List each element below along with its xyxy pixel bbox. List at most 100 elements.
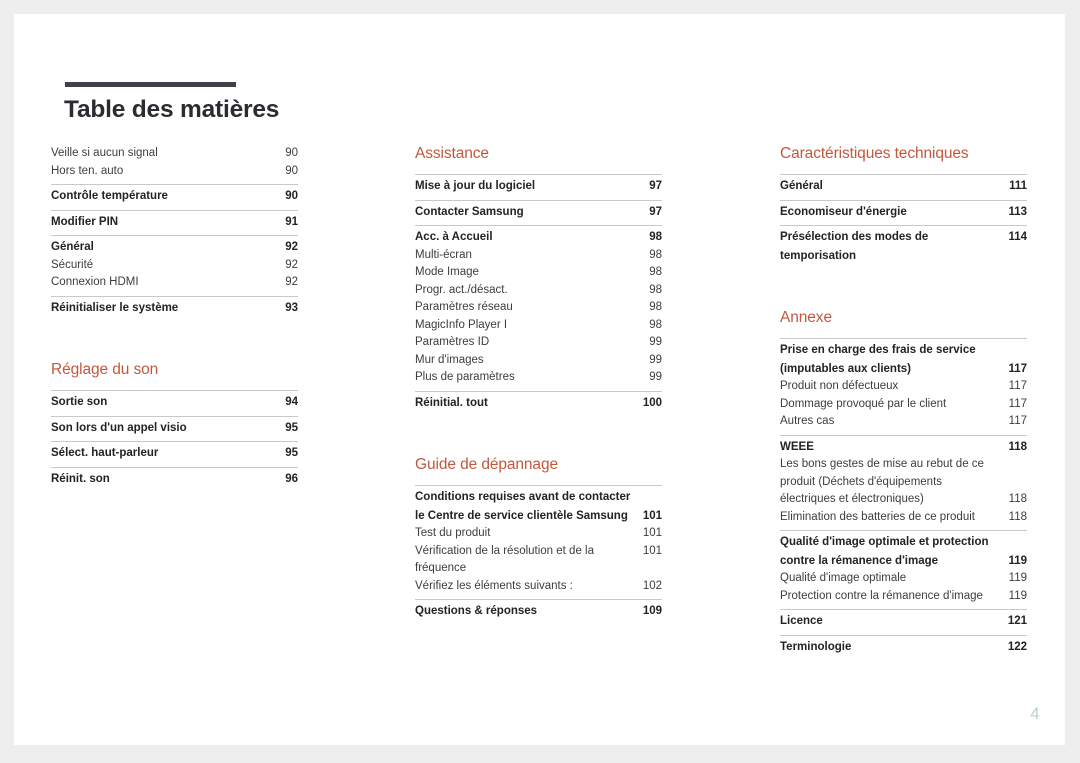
toc-entry-page: 92 xyxy=(285,241,298,253)
toc-group: Contacter Samsung 97 xyxy=(415,199,662,226)
toc-entry-label: Général xyxy=(51,241,94,253)
toc-group: Prise en charge des frais de service (im… xyxy=(780,338,1027,435)
column-left: Veille si aucun signal 90 Hors ten. auto 90… xyxy=(51,145,298,492)
toc-entry-page: 101 xyxy=(642,509,662,522)
column-right: Caractéristiques techniques Général 111 Eco… xyxy=(780,145,1027,660)
toc-entry-page: 94 xyxy=(285,396,298,408)
toc-entry[interactable]: Plus de paramètres 99 xyxy=(415,369,662,387)
toc-entry-page: 99 xyxy=(649,353,662,366)
toc-entry-page: 118 xyxy=(1008,493,1027,505)
toc-entry-label: Les bons gestes de mise au rebut de ce p… xyxy=(780,458,984,505)
toc-entry[interactable]: Mode Image 98 xyxy=(415,264,662,282)
toc-entry-page: 90 xyxy=(285,147,298,159)
toc-entry[interactable]: Licence 121 xyxy=(780,612,1027,631)
toc-entry-label: Son lors d'un appel visio xyxy=(51,421,187,434)
toc-entry[interactable]: Prise en charge des frais de service (im… xyxy=(780,341,1027,378)
toc-entry[interactable]: Contrôle température 90 xyxy=(51,187,298,206)
toc-entry-page: 90 xyxy=(285,190,298,202)
toc-entry[interactable]: Présélection des modes de temporisation 1… xyxy=(780,228,1027,265)
toc-entry-page: 98 xyxy=(649,318,662,331)
toc-entry-label: Veille si aucun signal xyxy=(51,147,158,159)
toc-entry-page: 99 xyxy=(649,371,662,383)
toc-entry[interactable]: Sécurité 92 xyxy=(51,257,298,275)
toc-entry[interactable]: Les bons gestes de mise au rebut de ce p… xyxy=(780,456,1027,509)
toc-entry[interactable]: Multi-écran 98 xyxy=(415,247,662,265)
toc-entry[interactable]: MagicInfo Player I 98 xyxy=(415,317,662,335)
toc-entry[interactable]: Elimination des batteries de ce produit 1… xyxy=(780,509,1027,527)
toc-entry-page: 101 xyxy=(642,544,662,557)
toc-entry-page: 96 xyxy=(285,472,298,485)
toc-entry-page: 91 xyxy=(285,215,298,228)
toc-entry[interactable]: Vérification de la résolution et de la f… xyxy=(415,543,662,578)
toc-entry[interactable]: Dommage provoqué par le client 117 xyxy=(780,396,1027,414)
toc-entry[interactable]: Général 92 xyxy=(51,238,298,257)
section-heading: Réglage du son xyxy=(51,361,159,378)
toc-entry[interactable]: Général 111 xyxy=(780,177,1027,196)
toc-group: Présélection des modes de temporisation 1… xyxy=(780,225,1027,269)
toc-entry[interactable]: Mur d'images 99 xyxy=(415,352,662,370)
toc-entry[interactable]: Réinitialiser le système 93 xyxy=(51,299,298,318)
toc-entry-label: Prise en charge des frais de service (im… xyxy=(780,344,976,375)
toc-entry[interactable]: Questions & réponses 109 xyxy=(415,602,662,621)
toc-group: Contrôle température 90 xyxy=(51,184,298,210)
toc-entry[interactable]: Connexion HDMI 92 xyxy=(51,274,298,292)
toc-entry[interactable]: Vérifiez les éléments suivants : 102 xyxy=(415,578,662,596)
toc-entry-page: 93 xyxy=(285,301,298,314)
toc-entry-label: Questions & réponses xyxy=(415,605,538,617)
toc-entry[interactable]: Réinitial. tout 100 xyxy=(415,394,662,413)
toc-entry-label: Présélection des modes de temporisation xyxy=(780,231,929,262)
toc-entry-page: 117 xyxy=(1008,362,1027,375)
toc-entry[interactable]: Sortie son 94 xyxy=(51,393,298,412)
toc-group: Général 92 Sécurité 92 Connexion HDMI 92 xyxy=(51,235,298,296)
toc-entry-page: 99 xyxy=(649,336,662,348)
toc-group: Terminologie 122 xyxy=(780,634,1027,661)
toc-entry-page: 98 xyxy=(649,283,662,296)
toc-group: Réinitialiser le système 93 xyxy=(51,295,298,322)
toc-entry-label: Conditions requises avant de contacter l… xyxy=(415,491,631,522)
toc-entry[interactable]: Protection contre la rémanence d'image 11… xyxy=(780,588,1027,606)
toc-entry[interactable]: Sélect. haut-parleur 95 xyxy=(51,444,298,463)
toc-entry-label: Réinitial. tout xyxy=(415,396,488,409)
toc-entry[interactable]: Hors ten. auto 90 xyxy=(51,163,298,181)
toc-entry-label: Hors ten. auto xyxy=(51,164,124,177)
toc-entry-label: Protection contre la rémanence d'image xyxy=(780,589,983,602)
toc-entry-label: Test du produit xyxy=(415,527,491,539)
toc-entry[interactable]: Test du produit 101 xyxy=(415,525,662,543)
toc-entry[interactable]: Paramètres ID 99 xyxy=(415,334,662,352)
toc-entry-page: 118 xyxy=(1008,440,1027,453)
toc-entry-page: 98 xyxy=(649,301,662,313)
toc-entry-page: 119 xyxy=(1008,572,1027,584)
toc-entry-label: Paramètres ID xyxy=(415,336,490,348)
toc-group: Mise à jour du logiciel 97 xyxy=(415,174,662,200)
toc-entry[interactable]: Qualité d'image optimale 119 xyxy=(780,570,1027,588)
toc-entry[interactable]: Conditions requises avant de contacter l… xyxy=(415,488,662,525)
toc-entry-page: 114 xyxy=(1008,231,1027,243)
toc-entry[interactable]: WEEE 118 xyxy=(780,438,1027,457)
toc-entry-page: 98 xyxy=(649,248,662,261)
toc-entry[interactable]: Paramètres réseau 98 xyxy=(415,299,662,317)
toc-entry[interactable]: Autres cas 117 xyxy=(780,413,1027,431)
toc-entry[interactable]: Son lors d'un appel visio 95 xyxy=(51,419,298,438)
toc-entry[interactable]: Modifier PIN 91 xyxy=(51,213,298,232)
toc-entry[interactable]: Acc. à Accueil 98 xyxy=(415,228,662,247)
toc-entry[interactable]: Qualité d'image optimale et protection c… xyxy=(780,533,1027,570)
toc-entry-label: Acc. à Accueil xyxy=(415,231,493,243)
toc-entry[interactable]: Mise à jour du logiciel 97 xyxy=(415,177,662,196)
toc-section: Caractéristiques techniques Général 111 Eco… xyxy=(780,145,1027,269)
toc-entry[interactable]: Contacter Samsung 97 xyxy=(415,203,662,222)
toc-entry-label: Licence xyxy=(780,615,823,627)
toc-entry[interactable]: Progr. act./désact. 98 xyxy=(415,282,662,300)
toc-group: Réinitial. tout 100 xyxy=(415,390,662,417)
toc-entry[interactable]: Terminologie 122 xyxy=(780,638,1027,657)
toc-entry[interactable]: Economiseur d'énergie 113 xyxy=(780,203,1027,222)
toc-entry[interactable]: Réinit. son 96 xyxy=(51,470,298,489)
toc-entry-label: Plus de paramètres xyxy=(415,371,515,383)
toc-entry-label: Elimination des batteries de ce produit xyxy=(780,510,975,523)
toc-entry-label: Autres cas xyxy=(780,415,835,427)
toc-entry-label: Modifier PIN xyxy=(51,215,119,228)
toc-entry-page: 92 xyxy=(285,258,298,271)
toc-section: Annexe Prise en charge des frais de servi… xyxy=(780,309,1027,660)
toc-entry[interactable]: Veille si aucun signal 90 xyxy=(51,145,298,163)
toc-entry[interactable]: Produit non défectueux 117 xyxy=(780,378,1027,396)
toc-group: Economiseur d'énergie 113 xyxy=(780,199,1027,226)
